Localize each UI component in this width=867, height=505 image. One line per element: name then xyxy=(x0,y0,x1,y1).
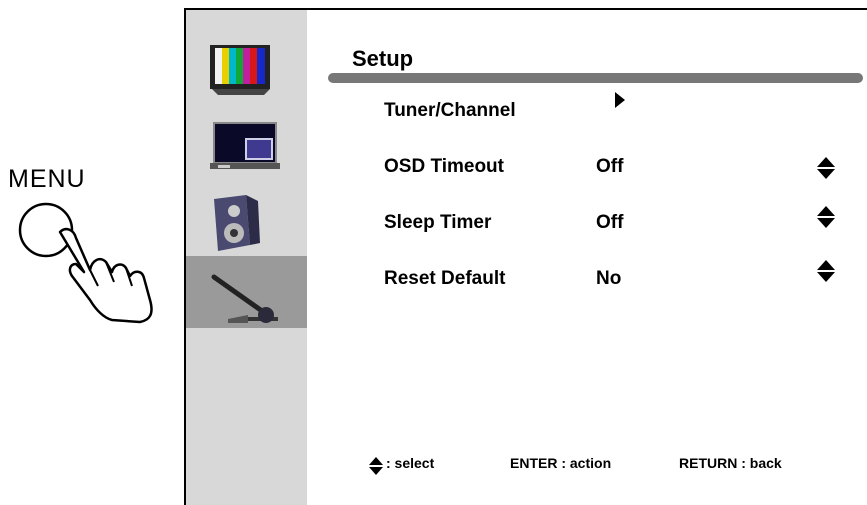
menu-item-tuner-channel[interactable]: Tuner/Channel xyxy=(384,100,516,122)
title-underline xyxy=(328,73,863,83)
up-down-arrow-icon[interactable] xyxy=(817,260,835,282)
screen-icon xyxy=(210,122,280,169)
audio-speaker-icon xyxy=(214,195,260,251)
submenu-arrow-icon[interactable] xyxy=(615,92,625,108)
osd-timeout-value: Off xyxy=(596,156,624,177)
footer-return-hint: RETURN : back xyxy=(679,455,782,471)
up-down-arrow-icon[interactable] xyxy=(817,206,835,228)
reset-default-value: No xyxy=(596,268,622,289)
setup-wrench-icon xyxy=(211,274,278,323)
sidebar-item-screen[interactable] xyxy=(186,114,307,186)
sidebar-item-audio[interactable] xyxy=(186,188,307,260)
sleep-timer-value: Off xyxy=(596,212,624,233)
footer-select-hint: : select xyxy=(386,455,435,471)
sidebar-item-picture[interactable] xyxy=(186,32,307,104)
sidebar-item-setup[interactable] xyxy=(186,256,307,328)
select-arrows-icon xyxy=(369,457,383,475)
menu-item-sleep-timer[interactable]: Sleep Timer xyxy=(384,212,491,234)
page-title: Setup xyxy=(352,46,414,71)
osd-menu-panel: Setup Tuner/Channel OSD Timeout Off Slee… xyxy=(184,8,867,505)
footer-enter-hint: ENTER : action xyxy=(510,455,612,471)
osd-sidebar xyxy=(186,10,307,505)
menu-item-osd-timeout[interactable]: OSD Timeout xyxy=(384,156,504,178)
menu-item-reset-default[interactable]: Reset Default xyxy=(384,268,505,290)
up-down-arrow-icon[interactable] xyxy=(817,157,835,179)
picture-icon xyxy=(210,45,270,95)
menu-press-hand-icon xyxy=(18,202,153,324)
